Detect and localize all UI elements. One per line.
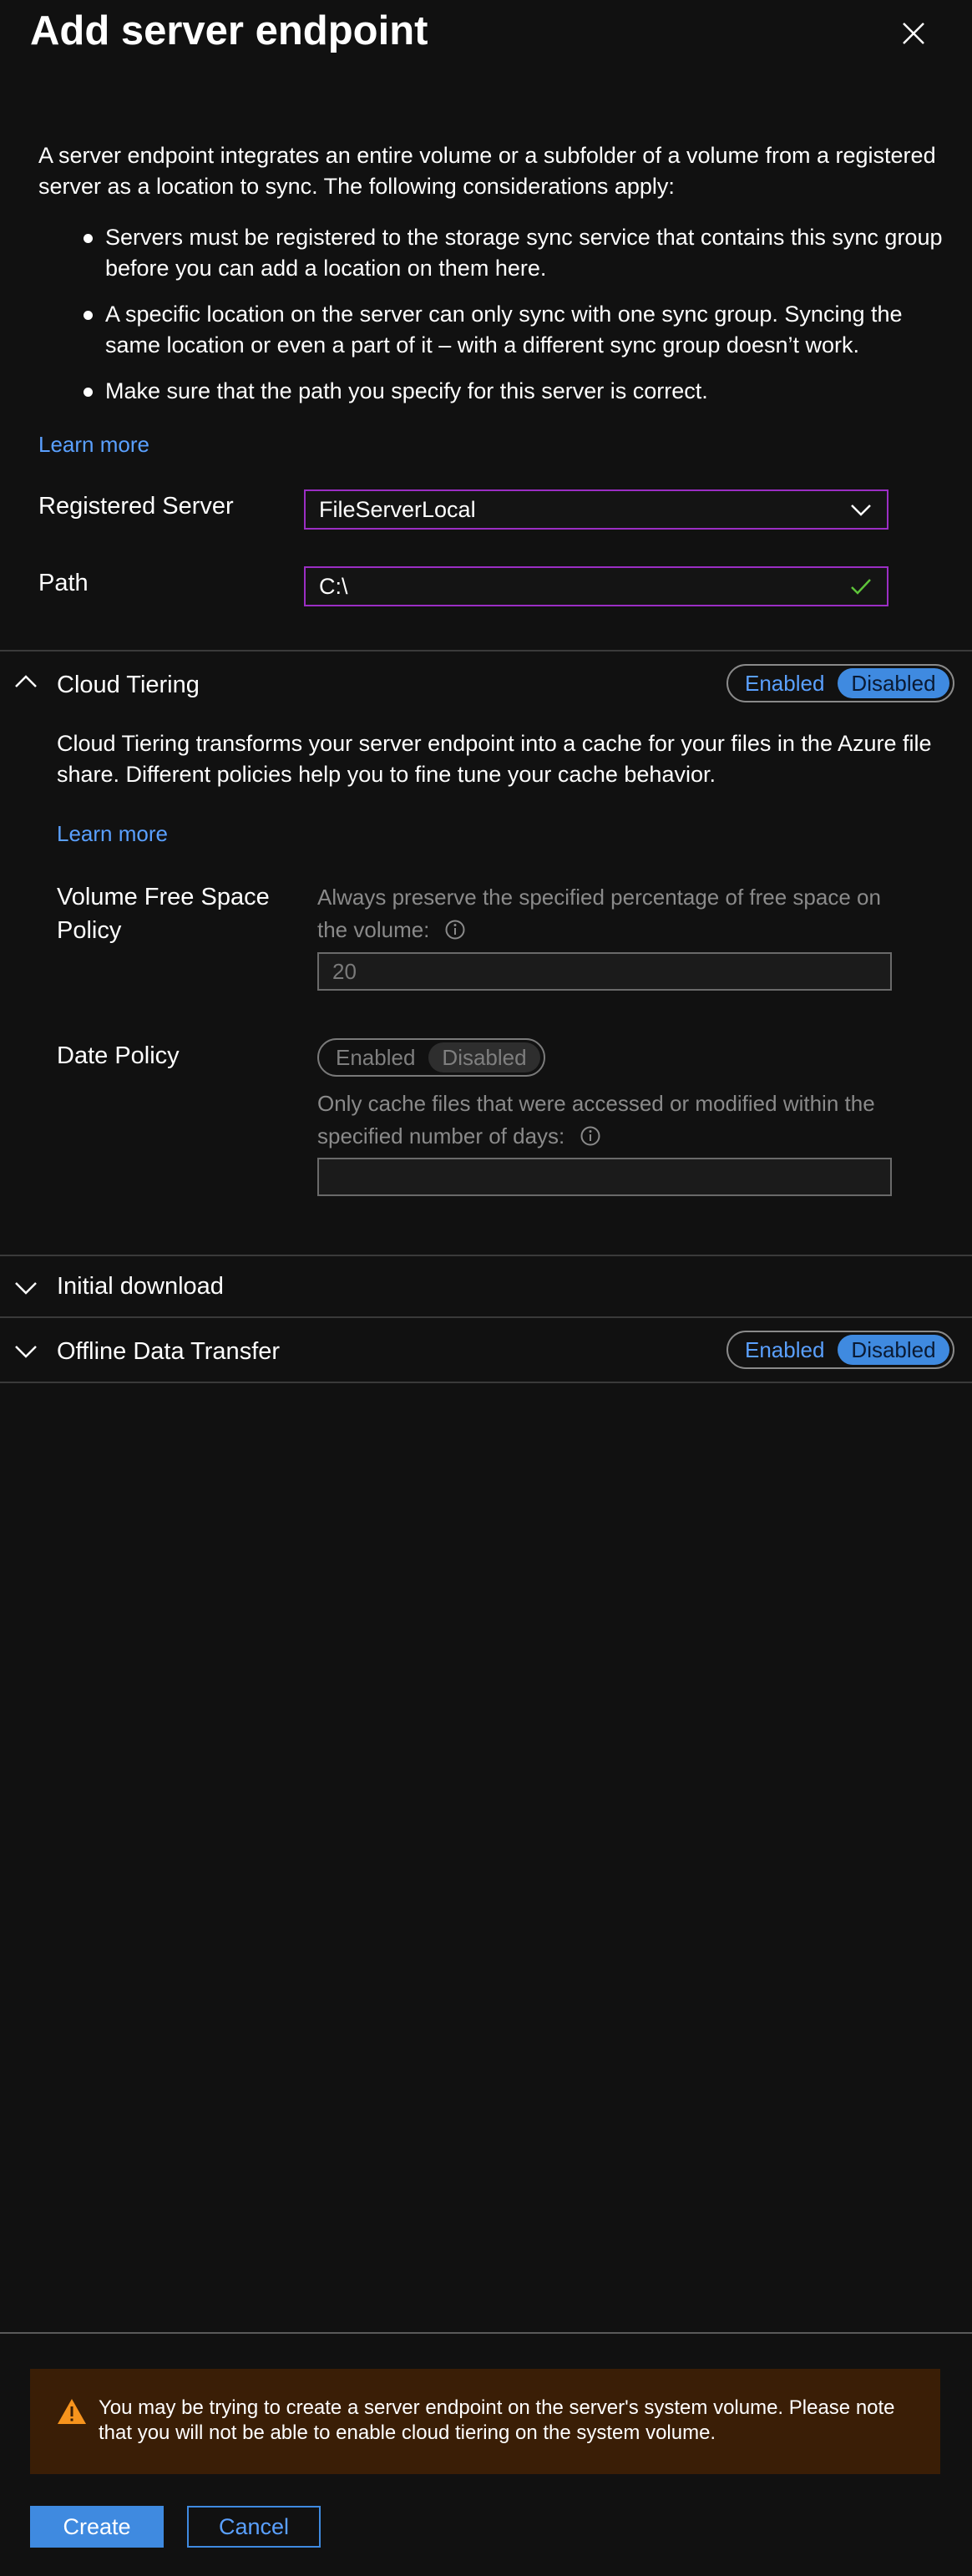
path-value: C:\ bbox=[319, 573, 348, 599]
initial-download-title[interactable]: Initial download bbox=[57, 1270, 224, 1303]
list-item: A specific location on the server can on… bbox=[72, 299, 949, 361]
considerations-list: Servers must be registered to the storag… bbox=[72, 222, 949, 422]
date-policy-toggle[interactable]: Enabled Disabled bbox=[317, 1038, 545, 1077]
intro-text: A server endpoint integrates an entire v… bbox=[38, 143, 936, 199]
divider bbox=[0, 1255, 972, 1256]
chevron-down-icon bbox=[851, 505, 871, 516]
divider bbox=[0, 1382, 972, 1383]
divider bbox=[0, 650, 972, 652]
chevron-up-icon bbox=[15, 675, 37, 687]
date-policy-input[interactable] bbox=[317, 1158, 892, 1196]
close-button[interactable] bbox=[897, 17, 930, 50]
chevron-down-icon bbox=[15, 1282, 37, 1295]
volume-policy-value: 20 bbox=[332, 958, 357, 984]
offline-transfer-title[interactable]: Offline Data Transfer bbox=[57, 1335, 280, 1368]
create-button[interactable]: Create bbox=[30, 2506, 164, 2548]
initial-download-expand-button[interactable] bbox=[12, 1273, 40, 1301]
close-icon bbox=[903, 23, 924, 44]
cloud-tiering-collapse-button[interactable] bbox=[12, 668, 40, 697]
offline-transfer-toggle[interactable]: Enabled Disabled bbox=[726, 1331, 954, 1369]
warning-banner: You may be trying to create a server end… bbox=[30, 2369, 940, 2474]
registered-server-value: FileServerLocal bbox=[319, 496, 476, 522]
date-policy-hint: Only cache files that were accessed or m… bbox=[317, 1088, 910, 1153]
cloud-tiering-description: Cloud Tiering transforms your server end… bbox=[57, 731, 932, 787]
footer-divider bbox=[0, 2332, 972, 2334]
volume-policy-label: Volume Free Space Policy bbox=[57, 884, 270, 944]
cloud-tiering-title: Cloud Tiering bbox=[57, 672, 200, 698]
toggle-disabled-option[interactable]: Disabled bbox=[838, 668, 949, 698]
registered-server-label: Registered Server bbox=[38, 493, 234, 520]
cancel-button[interactable]: Cancel bbox=[187, 2506, 321, 2548]
info-icon bbox=[445, 920, 465, 940]
path-label: Path bbox=[38, 570, 89, 596]
divider bbox=[0, 1316, 972, 1318]
volume-policy-hint-text: Always preserve the specified percentage… bbox=[317, 885, 881, 942]
learn-more-link[interactable]: Learn more bbox=[38, 429, 149, 459]
list-item: Servers must be registered to the storag… bbox=[72, 222, 949, 284]
chevron-down-icon bbox=[15, 1346, 37, 1358]
warning-text: You may be trying to create a server end… bbox=[99, 2396, 895, 2444]
checkmark-icon bbox=[851, 579, 871, 595]
date-policy-label: Date Policy bbox=[57, 1042, 180, 1069]
cloud-tiering-toggle[interactable]: Enabled Disabled bbox=[726, 664, 954, 702]
registered-server-dropdown[interactable]: FileServerLocal bbox=[304, 489, 888, 530]
list-item: Make sure that the path you specify for … bbox=[72, 376, 949, 407]
path-input[interactable]: C:\ bbox=[304, 566, 888, 606]
volume-policy-input[interactable]: 20 bbox=[317, 952, 892, 991]
toggle-enabled-option[interactable]: Enabled bbox=[732, 1335, 838, 1365]
page-title: Add server endpoint bbox=[30, 8, 428, 53]
cloud-tiering-learn-more-link[interactable]: Learn more bbox=[57, 819, 168, 849]
date-toggle-disabled-option[interactable]: Disabled bbox=[428, 1042, 540, 1072]
toggle-enabled-option[interactable]: Enabled bbox=[732, 668, 838, 698]
volume-policy-hint: Always preserve the specified percentage… bbox=[317, 881, 910, 946]
toggle-disabled-option[interactable]: Disabled bbox=[838, 1335, 949, 1365]
offline-transfer-expand-button[interactable] bbox=[12, 1336, 40, 1365]
info-icon bbox=[580, 1126, 600, 1146]
warning-icon bbox=[58, 2399, 86, 2424]
date-toggle-enabled-option[interactable]: Enabled bbox=[322, 1042, 428, 1072]
